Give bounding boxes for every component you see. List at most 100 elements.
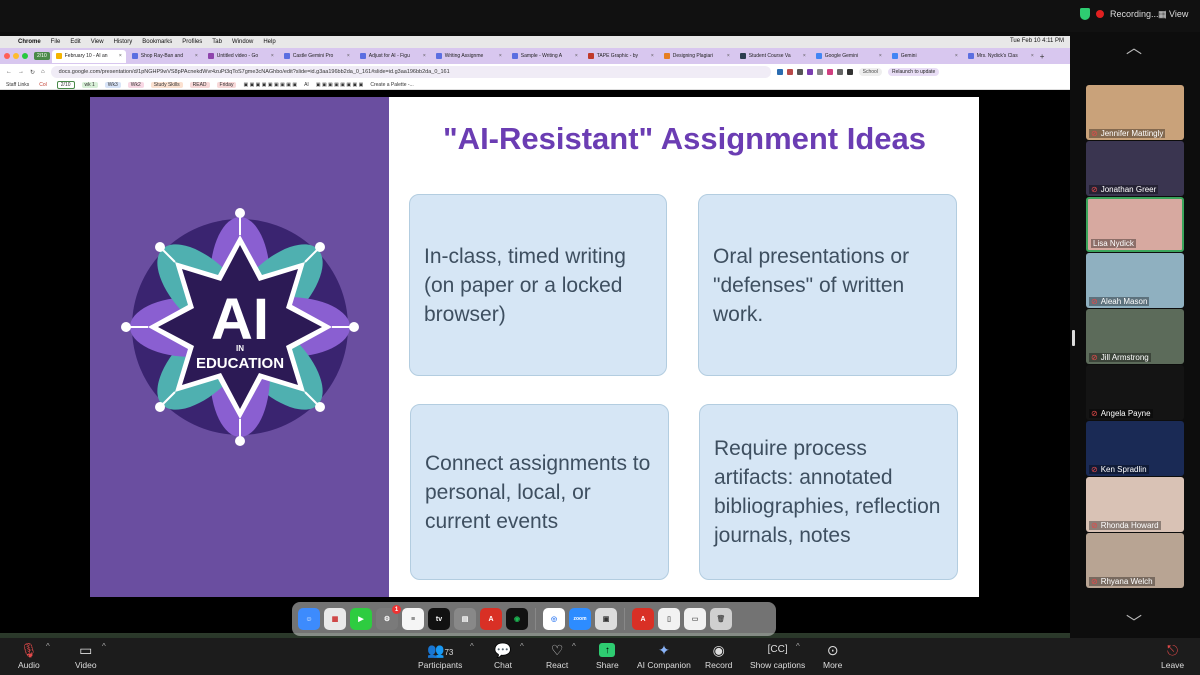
maximize-window-icon[interactable]: [22, 53, 28, 59]
participant-tile[interactable]: ⊘ Jennifer Mattingly: [1086, 85, 1184, 140]
browser-tab[interactable]: Google Gemini ×: [812, 50, 886, 63]
bookmark-item[interactable]: wk 1: [81, 81, 98, 88]
relaunch-button[interactable]: Relaunch to update: [887, 68, 940, 76]
participant-tile[interactable]: ⊘ Jonathan Greer: [1086, 141, 1184, 196]
browser-tab[interactable]: Castle Gemini Pro ×: [280, 50, 354, 63]
bookmark-item[interactable]: Wk3: [104, 81, 121, 88]
close-tab-icon[interactable]: ×: [119, 53, 122, 59]
chrome-icon[interactable]: ◎: [543, 608, 565, 630]
chevron-down-icon[interactable]: ﹀: [1124, 616, 1144, 632]
menu-profiles[interactable]: Profiles: [182, 39, 202, 45]
share-button[interactable]: ↑ Share: [596, 640, 619, 670]
reload-icon[interactable]: ↻: [30, 69, 35, 76]
minimize-window-icon[interactable]: [13, 53, 19, 59]
menu-file[interactable]: File: [51, 39, 61, 45]
url-bar[interactable]: docs.google.com/presentation/d/1pNGHP9wV…: [50, 66, 771, 78]
close-tab-icon[interactable]: ×: [499, 53, 502, 59]
browser-tab[interactable]: Student Course Va ×: [736, 50, 810, 63]
archive-icon[interactable]: ▤: [454, 608, 476, 630]
menu-edit[interactable]: Edit: [70, 39, 80, 45]
close-tab-icon[interactable]: ×: [955, 53, 958, 59]
extension-icon[interactable]: [806, 69, 813, 75]
browser-tab[interactable]: Sample - Writing A ×: [508, 50, 582, 63]
menu-app-name[interactable]: Chrome: [18, 39, 41, 45]
participant-tile-active-speaker[interactable]: Lisa Nydick: [1086, 197, 1184, 252]
browser-tab[interactable]: Mrs. Nydick's Clas ×: [964, 50, 1038, 63]
participant-tile[interactable]: ⊘ Angela Payne: [1086, 365, 1184, 420]
close-tab-icon[interactable]: ×: [575, 53, 578, 59]
bookmark-item[interactable]: Study Skills: [150, 81, 183, 88]
menubar-clock[interactable]: Tue Feb 10 4:11 PM: [1010, 38, 1064, 44]
browser-tab[interactable]: Designing Plagiari ×: [660, 50, 734, 63]
recording-indicator[interactable]: Recording... |: [1080, 8, 1167, 20]
acrobat-doc-icon[interactable]: A: [632, 608, 654, 630]
bookmark-item[interactable]: 2/10: [56, 80, 75, 89]
browser-tab[interactable]: Gemini ×: [888, 50, 962, 63]
profile-chip[interactable]: School: [858, 68, 882, 76]
ai-companion-button[interactable]: ✦ AI Companion: [637, 640, 691, 670]
bookmark-item[interactable]: Create a Palette -...: [370, 82, 413, 88]
chat-button[interactable]: 💬 Chat: [494, 640, 512, 670]
menu-view[interactable]: View: [91, 39, 104, 45]
extension-icon[interactable]: [816, 69, 823, 75]
extension-icon[interactable]: [796, 69, 803, 75]
chat-options-caret-icon[interactable]: ^: [520, 642, 524, 651]
apple-tv-icon[interactable]: tv: [428, 608, 450, 630]
audio-options-caret-icon[interactable]: ^: [46, 642, 50, 651]
tab-group-chip[interactable]: 2/10: [34, 52, 50, 60]
document-icon[interactable]: ▯: [658, 608, 680, 630]
captions-options-caret-icon[interactable]: ^: [796, 642, 800, 651]
extension-icon[interactable]: [846, 69, 853, 75]
react-button[interactable]: ♡ React: [546, 640, 568, 670]
trash-icon[interactable]: 🗑: [710, 608, 732, 630]
participant-tile[interactable]: ⊘ Ken Spradlin: [1086, 421, 1184, 476]
system-settings-icon[interactable]: ⚙ 1: [376, 605, 401, 630]
home-icon[interactable]: ⌂: [41, 69, 45, 75]
menu-history[interactable]: History: [114, 39, 133, 45]
participant-tile[interactable]: ⊘ Jill Armstrong: [1086, 309, 1184, 364]
close-tab-icon[interactable]: ×: [347, 53, 350, 59]
bookmark-folder-icon[interactable]: ▣ ▣ ▣ ▣ ▣ ▣ ▣ ▣: [316, 82, 364, 88]
record-button[interactable]: ◉ Record: [705, 640, 732, 670]
participant-tile[interactable]: ⊘ Rhonda Howard: [1086, 477, 1184, 532]
view-button[interactable]: ▦ View: [1158, 9, 1188, 20]
acrobat-icon[interactable]: A: [480, 608, 502, 630]
more-button[interactable]: ⊙ More: [823, 640, 842, 670]
panel-resize-handle[interactable]: [1072, 330, 1075, 346]
browser-tab[interactable]: Untitled video - Go ×: [204, 50, 278, 63]
extension-icon[interactable]: [776, 69, 783, 75]
audio-button[interactable]: 🎙 Audio: [18, 640, 40, 670]
chevron-up-icon[interactable]: ︿: [1124, 41, 1144, 57]
browser-tab[interactable]: February 10 - AI an ×: [51, 49, 126, 63]
close-tab-icon[interactable]: ×: [727, 53, 730, 59]
extension-icon[interactable]: [826, 69, 833, 75]
bookmark-item[interactable]: AI: [304, 82, 309, 88]
browser-tab[interactable]: TAPE Graphic - by ×: [584, 50, 658, 63]
video-button[interactable]: ▭ Video: [75, 640, 97, 670]
close-tab-icon[interactable]: ×: [195, 53, 198, 59]
finder-icon[interactable]: ☺: [298, 608, 320, 630]
bookmark-item[interactable]: Friday: [216, 81, 237, 88]
close-tab-icon[interactable]: ×: [879, 53, 882, 59]
back-icon[interactable]: ←: [6, 69, 12, 75]
close-window-icon[interactable]: [4, 53, 10, 59]
extension-icon[interactable]: [786, 69, 793, 75]
document-stack-icon[interactable]: ▭: [684, 608, 706, 630]
participant-tile[interactable]: ⊘ Aleah Mason: [1086, 253, 1184, 308]
notes-icon[interactable]: ≡: [402, 608, 424, 630]
close-tab-icon[interactable]: ×: [423, 53, 426, 59]
preview-icon[interactable]: ▣: [595, 608, 617, 630]
close-tab-icon[interactable]: ×: [803, 53, 806, 59]
zoom-app-icon[interactable]: zoom: [569, 608, 591, 630]
browser-tab[interactable]: Writing Assignme ×: [432, 50, 506, 63]
menu-window[interactable]: Window: [232, 39, 253, 45]
video-options-caret-icon[interactable]: ^: [102, 642, 106, 651]
participants-options-caret-icon[interactable]: ^: [470, 642, 474, 651]
menu-bookmarks[interactable]: Bookmarks: [142, 39, 172, 45]
menu-help[interactable]: Help: [263, 39, 275, 45]
bookmark-item[interactable]: Wk2: [127, 81, 144, 88]
close-tab-icon[interactable]: ×: [1031, 53, 1034, 59]
close-tab-icon[interactable]: ×: [271, 53, 274, 59]
forward-icon[interactable]: →: [18, 69, 24, 75]
react-options-caret-icon[interactable]: ^: [572, 642, 576, 651]
